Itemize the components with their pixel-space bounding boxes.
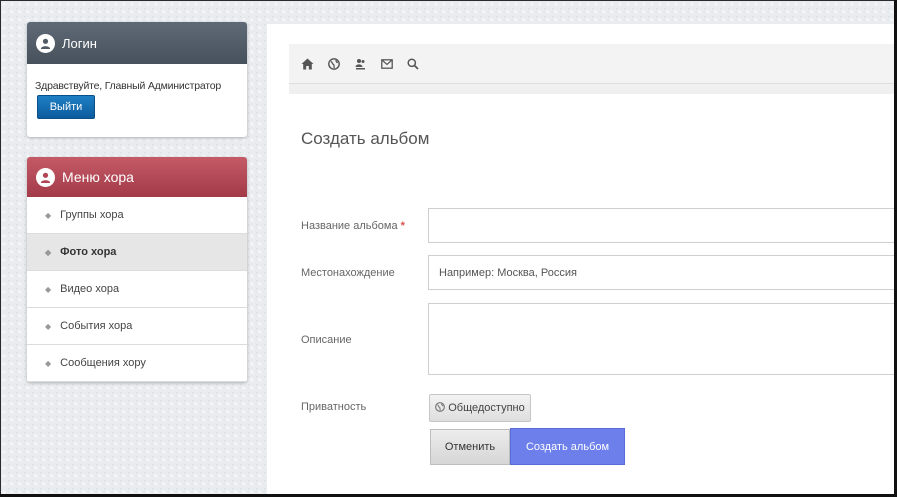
privacy-button-label: Общедоступно xyxy=(448,402,525,414)
cancel-button[interactable]: Отменить xyxy=(430,429,510,465)
choir-menu-header: Меню хора xyxy=(27,157,247,197)
main-inner: Создать альбом Название альбома * Местона… xyxy=(289,44,897,489)
logout-button[interactable]: Выйти xyxy=(37,95,95,119)
menu-item-label: Сообщения хору xyxy=(60,357,146,369)
menu-item-messages[interactable]: ◆ Сообщения хору xyxy=(27,345,247,382)
album-name-label-text: Название альбома xyxy=(301,220,398,232)
description-label: Описание xyxy=(301,334,352,346)
menu-item-videos[interactable]: ◆ Видео хора xyxy=(27,271,247,308)
menu-item-photos[interactable]: ◆ Фото хора xyxy=(27,234,247,271)
choir-menu-title: Меню хора xyxy=(62,169,134,185)
privacy-button[interactable]: Общедоступно xyxy=(429,394,531,422)
location-label: Местонахождение xyxy=(301,267,395,279)
bullet-icon: ◆ xyxy=(45,210,52,220)
create-album-button[interactable]: Создать альбом xyxy=(510,428,625,465)
login-panel-header: Логин xyxy=(27,22,247,64)
menu-item-events[interactable]: ◆ События хора xyxy=(27,308,247,345)
album-name-label: Название альбома * xyxy=(301,220,405,232)
menu-item-label: События хора xyxy=(60,320,133,332)
main-content: Создать альбом Название альбома * Местона… xyxy=(267,24,897,497)
album-name-input[interactable] xyxy=(428,208,897,243)
privacy-label: Приватность xyxy=(301,401,367,413)
globe-icon[interactable] xyxy=(328,57,340,70)
menu-item-groups[interactable]: ◆ Группы хора xyxy=(27,197,247,234)
user-icon xyxy=(36,167,55,187)
login-panel: Логин Здравствуйте, Главный Администрато… xyxy=(27,22,247,137)
bullet-icon: ◆ xyxy=(45,247,52,257)
location-input[interactable]: Например: Москва, Россия xyxy=(428,255,897,290)
menu-item-label: Видео хора xyxy=(60,283,120,295)
choir-menu-panel: Меню хора ◆ Группы хора ◆ Фото хора ◆ Ви… xyxy=(27,157,247,382)
search-icon[interactable] xyxy=(407,57,419,70)
menu-item-label: Фото хора xyxy=(60,246,117,258)
mail-icon[interactable] xyxy=(381,58,393,69)
description-textarea[interactable] xyxy=(428,303,897,375)
greeting-text: Здравствуйте, Главный Администратор xyxy=(35,80,222,92)
bullet-icon: ◆ xyxy=(45,284,52,294)
home-icon[interactable] xyxy=(301,58,314,70)
bullet-icon: ◆ xyxy=(45,358,52,368)
page-title: Создать альбом xyxy=(301,129,430,148)
required-marker: * xyxy=(400,220,405,232)
toolbar xyxy=(289,44,897,84)
menu-item-label: Группы хора xyxy=(60,209,124,221)
user-icon xyxy=(36,33,55,53)
login-panel-title: Логин xyxy=(62,35,97,51)
users-icon[interactable] xyxy=(354,58,367,70)
globe-icon xyxy=(435,401,446,415)
bullet-icon: ◆ xyxy=(45,321,52,331)
